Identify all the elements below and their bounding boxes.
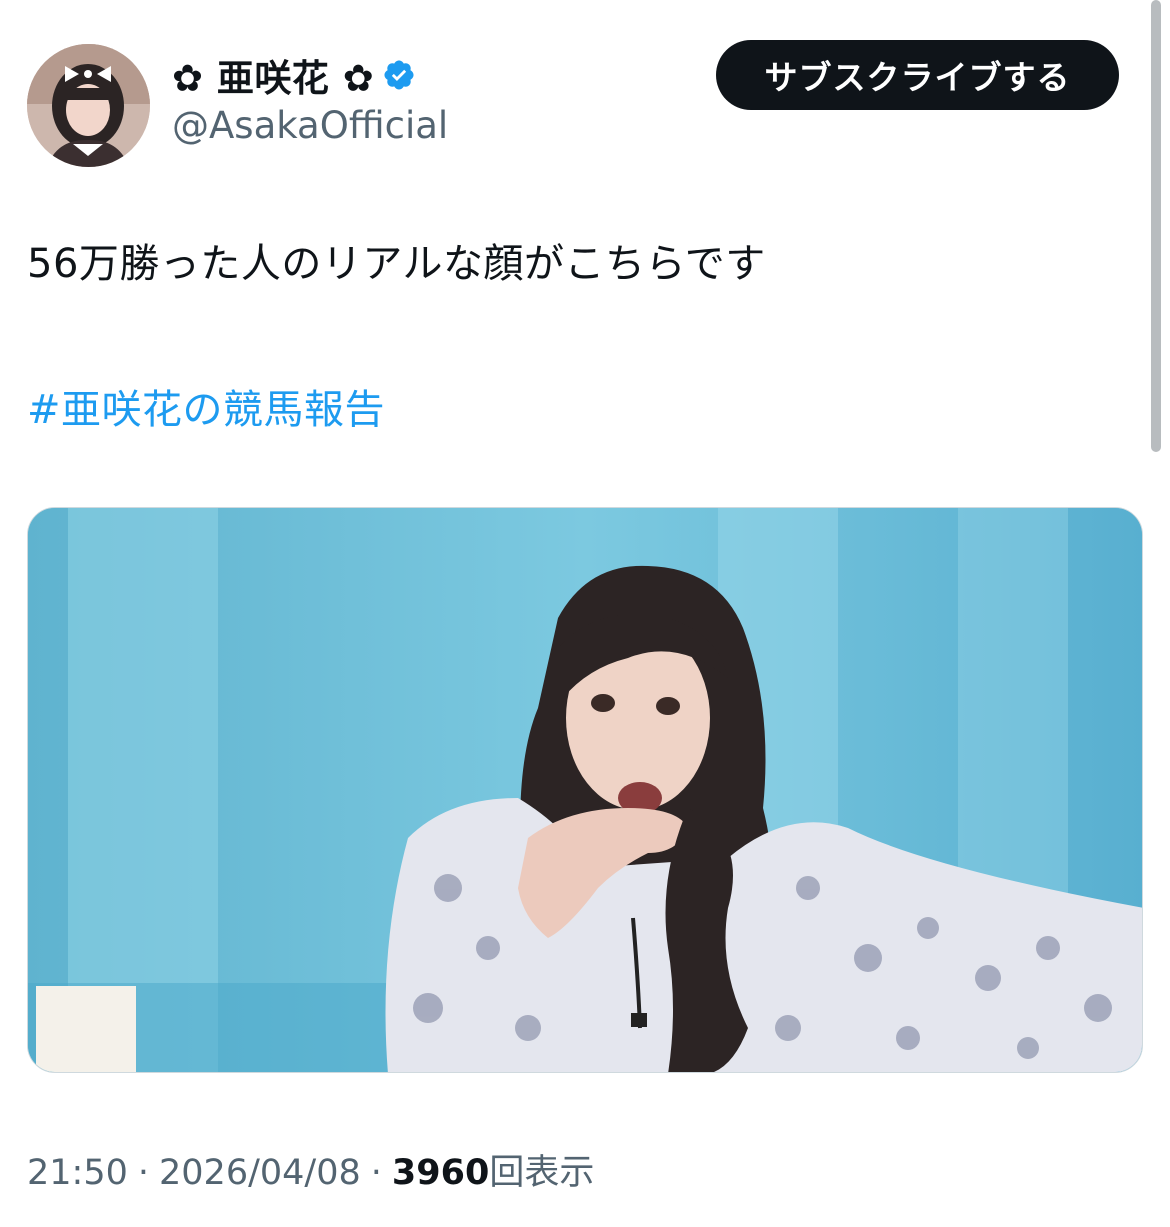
tweet-meta: 21:50 · 2026/04/08 · 3960 回表示 xyxy=(27,1144,594,1195)
verified-badge-icon xyxy=(382,58,416,92)
user-handle[interactable]: @AsakaOfficial xyxy=(172,104,448,147)
tweet-time[interactable]: 21:50 xyxy=(27,1153,128,1193)
tweet-media-image[interactable] xyxy=(27,507,1143,1073)
meta-separator: · xyxy=(370,1153,382,1193)
tweet-date[interactable]: 2026/04/08 xyxy=(159,1153,361,1193)
meta-separator: · xyxy=(137,1153,150,1193)
subscribe-button[interactable]: サブスクライブする xyxy=(716,40,1119,110)
tweet-text: 56万勝った人のリアルな顔がこちらです xyxy=(27,241,766,287)
avatar[interactable] xyxy=(27,44,150,167)
display-name[interactable]: ✿ 亜咲花 ✿ xyxy=(172,48,374,102)
views-label: 回表示 xyxy=(489,1153,595,1193)
scrollbar[interactable] xyxy=(1151,0,1161,452)
tweet: ✿ 亜咲花 ✿ @AsakaOfficial サブスクライブする 56万勝った人… xyxy=(0,0,1170,1227)
name-row: ✿ 亜咲花 ✿ xyxy=(172,50,416,100)
views-count[interactable]: 3960 xyxy=(392,1153,489,1193)
hashtag-link[interactable]: #亜咲花の競馬報告 xyxy=(27,384,385,436)
